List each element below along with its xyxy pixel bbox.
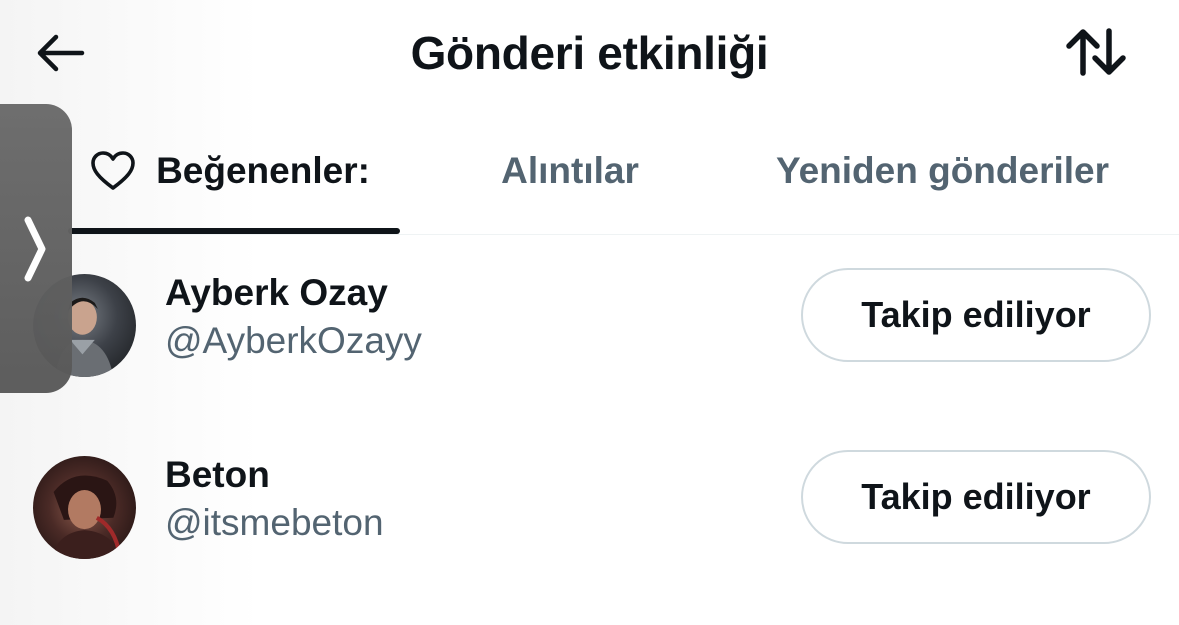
header: Gönderi etkinliği	[0, 0, 1179, 108]
sort-button[interactable]	[1058, 24, 1134, 80]
following-button[interactable]: Takip ediliyor	[801, 450, 1151, 544]
heart-outline-icon	[90, 150, 136, 192]
page-title: Gönderi etkinliği	[410, 27, 769, 79]
active-tab-indicator	[68, 228, 400, 234]
avatar[interactable]	[33, 456, 136, 559]
user-row[interactable]: Ayberk Ozay @AyberkOzayy Takip ediliyor	[0, 240, 1179, 420]
chevron-right-icon	[24, 216, 46, 281]
tab-bar: Beğenenler: Alıntılar Yeniden gönderiler	[0, 108, 1179, 235]
sort-arrows-icon	[1066, 28, 1126, 76]
user-row[interactable]: Beton @itsmebeton Takip ediliyor	[0, 422, 1179, 602]
tab-likes-label: Beğenenler:	[156, 150, 370, 191]
tab-quotes[interactable]: Alıntılar	[470, 108, 670, 234]
user-handle: @AyberkOzayy	[165, 320, 422, 361]
post-activity-screen: Gönderi etkinliği Beğenenler: Alıntılar …	[0, 0, 1179, 625]
user-display-name[interactable]: Beton	[165, 454, 270, 496]
following-button[interactable]: Takip ediliyor	[801, 268, 1151, 362]
side-panel-handle[interactable]	[0, 104, 72, 393]
tab-quotes-label: Alıntılar	[501, 150, 639, 191]
tab-reposts-label: Yeniden gönderiler	[775, 150, 1110, 191]
user-handle: @itsmebeton	[165, 502, 384, 543]
tab-likes[interactable]: Beğenenler:	[60, 108, 400, 234]
tab-reposts[interactable]: Yeniden gönderiler	[740, 108, 1145, 234]
user-display-name[interactable]: Ayberk Ozay	[165, 272, 388, 314]
